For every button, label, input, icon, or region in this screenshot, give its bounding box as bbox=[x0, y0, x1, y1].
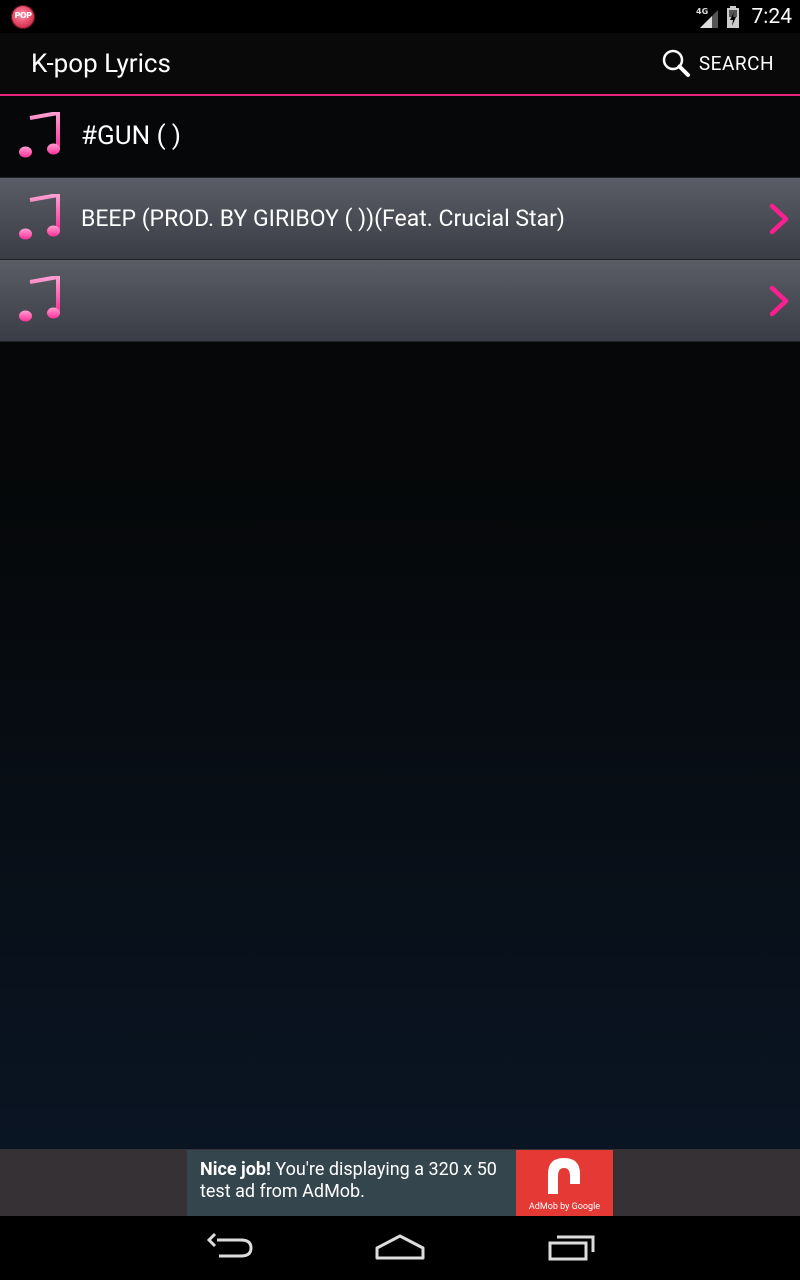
back-icon[interactable] bbox=[205, 1232, 255, 1262]
song-list: #GUN ( ) BEEP (PROD. BY GIRIBOY ( ))(Fea… bbox=[0, 96, 800, 1149]
music-note-icon bbox=[19, 276, 60, 322]
status-bar: POP 4G 7:24 bbox=[0, 0, 800, 33]
song-list-item[interactable]: #GUN ( ) bbox=[0, 96, 800, 178]
search-icon bbox=[662, 49, 690, 77]
admob-caption: AdMob by Google bbox=[528, 1202, 601, 1212]
chevron-right-icon bbox=[769, 203, 789, 235]
screen: POP 4G 7:24 K-pop Lyrics SEARCH #GUN ()… bbox=[0, 0, 800, 1280]
battery-icon bbox=[726, 5, 739, 28]
app-title: K-pop Lyrics bbox=[31, 49, 171, 79]
chevron-right-icon bbox=[769, 285, 789, 317]
status-indicators: 4G 7:24 bbox=[696, 0, 793, 33]
app-notification-icon-text: POP bbox=[14, 11, 32, 20]
signal-icon: 4G bbox=[696, 7, 718, 28]
ad-text: Nice job! You're displaying a 320 x 50 t… bbox=[200, 1159, 520, 1203]
song-title: BEEP (PROD. BY GIRIBOY ( ))(Feat. Crucia… bbox=[81, 205, 565, 232]
search-button-label: SEARCH bbox=[698, 51, 774, 75]
song-list-item[interactable]: BEEP (PROD. BY GIRIBOY ( ))(Feat. Crucia… bbox=[0, 178, 800, 260]
ad-banner-area: Nice job! You're displaying a 320 x 50 t… bbox=[0, 1149, 800, 1216]
admob-icon bbox=[548, 1158, 580, 1194]
song-list-item[interactable] bbox=[0, 260, 800, 342]
search-button[interactable]: SEARCH bbox=[661, 46, 774, 80]
navigation-bar bbox=[0, 1216, 800, 1280]
action-bar: K-pop Lyrics SEARCH bbox=[0, 33, 800, 96]
ad-headline: Nice job! bbox=[200, 1159, 271, 1180]
music-note-icon bbox=[19, 194, 60, 240]
home-icon[interactable] bbox=[374, 1232, 426, 1262]
app-notification-icon: POP bbox=[11, 5, 35, 29]
song-title: #GUN ( ) bbox=[81, 121, 181, 151]
admob-logo: AdMob by Google bbox=[516, 1150, 613, 1216]
network-type-label: 4G bbox=[696, 7, 708, 16]
music-note-icon bbox=[19, 112, 60, 158]
recents-icon[interactable] bbox=[547, 1232, 597, 1262]
status-time: 7:24 bbox=[751, 4, 793, 29]
ad-banner[interactable]: Nice job! You're displaying a 320 x 50 t… bbox=[187, 1150, 613, 1216]
